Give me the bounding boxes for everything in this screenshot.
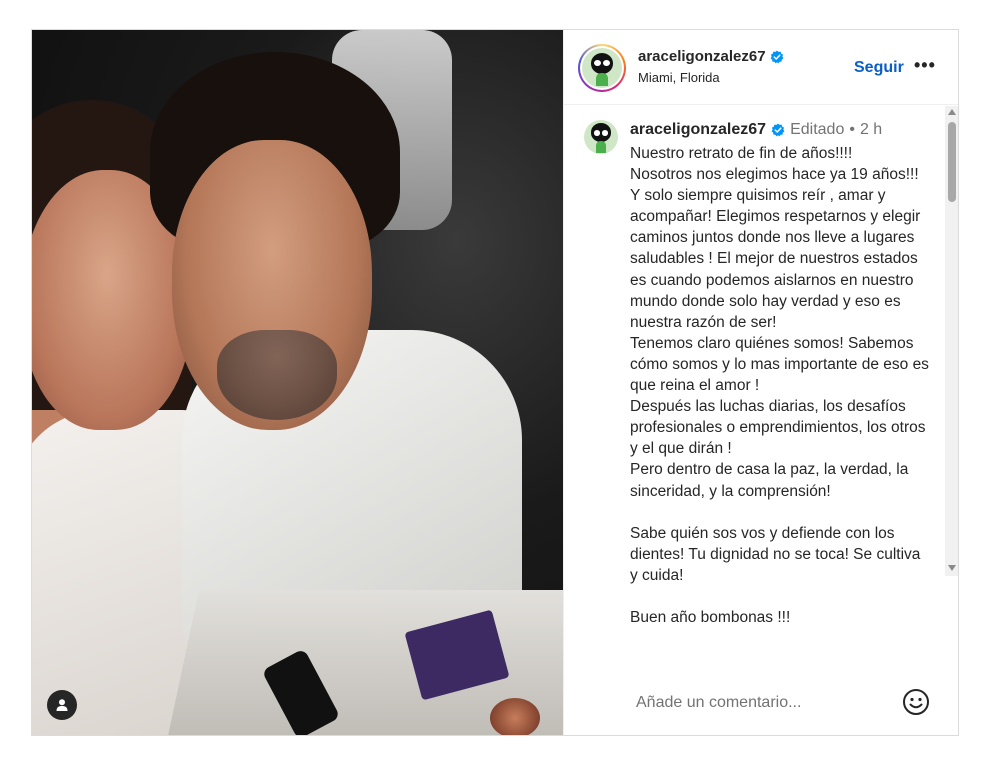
post-caption: Nuestro retrato de fin de años!!!! Nosot…	[630, 145, 929, 627]
post-header: araceligonzalez67 Miami, Florida Seguir …	[564, 30, 958, 105]
caption-area: araceligonzalez67 Editado • 2 h Nuestro …	[564, 106, 946, 651]
meta-separator: •	[849, 121, 855, 138]
post-photo[interactable]	[32, 30, 563, 735]
verified-badge-icon	[770, 50, 783, 63]
comment-bar	[564, 675, 958, 735]
scroll-down-arrow-icon[interactable]	[948, 565, 956, 571]
user-tag-icon[interactable]	[47, 690, 77, 720]
verified-badge-icon	[771, 123, 785, 137]
more-options-icon[interactable]: •••	[914, 55, 936, 76]
post-side-panel: araceligonzalez67 Miami, Florida Seguir …	[563, 30, 958, 735]
caption-avatar[interactable]	[584, 120, 618, 154]
header-username-row: araceligonzalez67	[638, 48, 784, 65]
post-timestamp[interactable]: 2 h	[860, 121, 882, 139]
location-link[interactable]: Miami, Florida	[638, 70, 720, 85]
edited-label: Editado	[790, 121, 845, 138]
instagram-post-modal: araceligonzalez67 Miami, Florida Seguir …	[31, 29, 959, 736]
caption-username[interactable]: araceligonzalez67	[630, 121, 766, 139]
header-username[interactable]: araceligonzalez67	[638, 48, 766, 65]
caption-header: araceligonzalez67 Editado • 2 h	[630, 121, 882, 139]
comment-input[interactable]	[636, 691, 886, 715]
scroll-up-arrow-icon[interactable]	[948, 109, 956, 115]
scroll-thumb[interactable]	[948, 122, 956, 202]
smiley-icon[interactable]	[902, 688, 930, 716]
caption-scrollbar[interactable]	[945, 106, 958, 576]
follow-button[interactable]: Seguir	[854, 59, 904, 77]
avatar[interactable]	[578, 44, 626, 92]
